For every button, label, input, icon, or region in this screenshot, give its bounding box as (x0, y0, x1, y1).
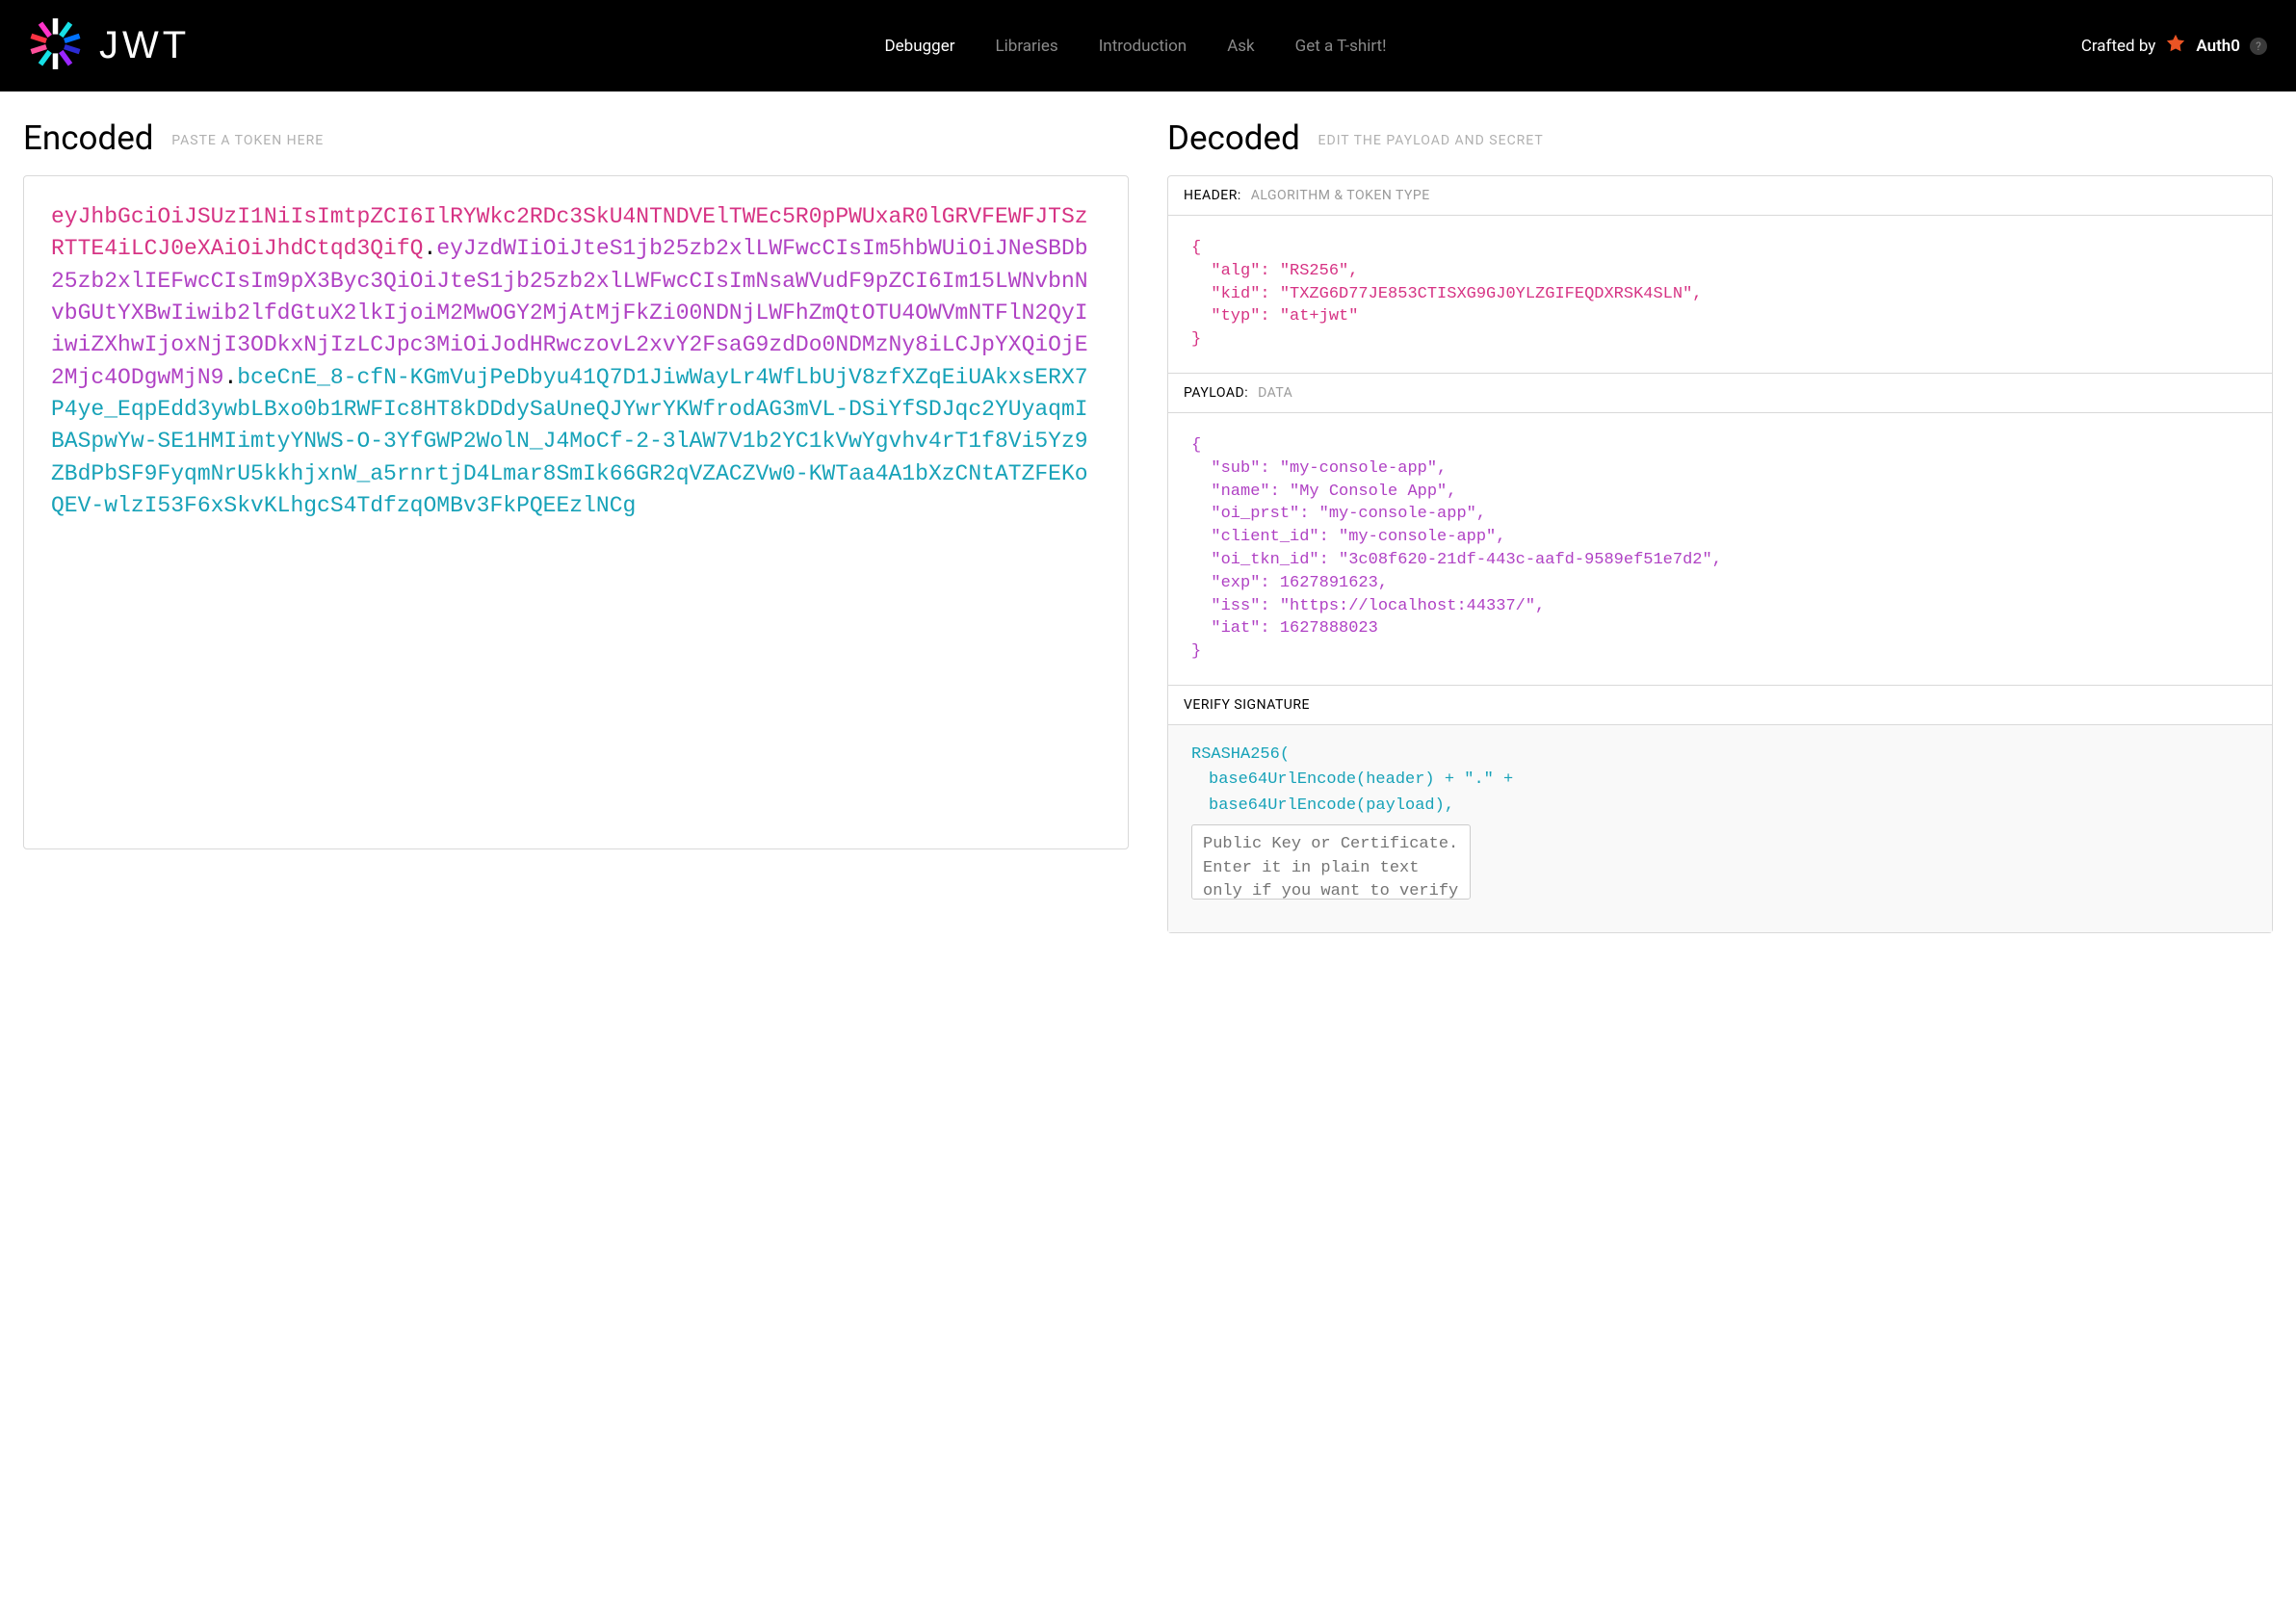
encoded-title-text: Encoded (23, 118, 154, 158)
decoded-subtitle: EDIT THE PAYLOAD AND SECRET (1318, 133, 1544, 148)
encoded-token-box[interactable]: eyJhbGciOiJSUzI1NiIsImtpZCI6IlRYWkc2RDc3… (23, 175, 1129, 849)
token-dot-1: . (423, 236, 436, 261)
logo-area: JWT (29, 17, 190, 74)
public-key-input[interactable] (1191, 824, 1471, 900)
nav-ask[interactable]: Ask (1227, 37, 1254, 56)
main-content: Encoded PASTE A TOKEN HERE eyJhbGciOiJSU… (0, 91, 2296, 933)
nav-debugger[interactable]: Debugger (885, 37, 955, 56)
nav-introduction[interactable]: Introduction (1099, 37, 1187, 56)
payload-section-head: PAYLOAD: DATA (1168, 374, 2272, 413)
header-json-text: { "alg": "RS256", "kid": "TXZG6D77JE853C… (1191, 237, 2249, 352)
nav-libraries[interactable]: Libraries (995, 37, 1057, 56)
nav-tshirt[interactable]: Get a T-shirt! (1295, 37, 1387, 56)
brand-text: JWT (99, 24, 190, 67)
crafted-by-label: Crafted by (2081, 37, 2156, 56)
decoded-title: Decoded EDIT THE PAYLOAD AND SECRET (1167, 118, 2273, 158)
main-nav: Debugger Libraries Introduction Ask Get … (190, 37, 2081, 56)
header-section-hint: ALGORITHM & TOKEN TYPE (1251, 188, 1430, 203)
auth0-icon (2165, 33, 2186, 59)
pinwheel-icon (29, 17, 82, 74)
header-json-body[interactable]: { "alg": "RS256", "kid": "TXZG6D77JE853C… (1168, 216, 2272, 374)
decoded-box: HEADER: ALGORITHM & TOKEN TYPE { "alg": … (1167, 175, 2273, 933)
decoded-column: Decoded EDIT THE PAYLOAD AND SECRET HEAD… (1167, 118, 2273, 933)
encoded-column: Encoded PASTE A TOKEN HERE eyJhbGciOiJSU… (23, 118, 1129, 933)
crafted-by: Crafted by Auth0 ? (2081, 33, 2267, 59)
decoded-title-text: Decoded (1167, 118, 1300, 158)
payload-section-hint: DATA (1258, 385, 1292, 401)
payload-json-text: { "sub": "my-console-app", "name": "My C… (1191, 434, 2249, 664)
verify-section-label: VERIFY SIGNATURE (1184, 697, 1310, 713)
encoded-subtitle: PASTE A TOKEN HERE (171, 133, 324, 148)
app-header: JWT Debugger Libraries Introduction Ask … (0, 0, 2296, 91)
verify-signature-body: RSASHA256( base64UrlEncode(header) + "."… (1168, 725, 2272, 932)
encoded-title: Encoded PASTE A TOKEN HERE (23, 118, 1129, 158)
payload-json-body[interactable]: { "sub": "my-console-app", "name": "My C… (1168, 413, 2272, 686)
payload-section-label: PAYLOAD: (1184, 385, 1248, 401)
verify-line-2: base64UrlEncode(header) + "." + (1209, 768, 2249, 793)
auth0-name[interactable]: Auth0 (2196, 37, 2240, 56)
help-icon[interactable]: ? (2250, 38, 2267, 55)
token-dot-2: . (223, 365, 237, 390)
header-section-head: HEADER: ALGORITHM & TOKEN TYPE (1168, 176, 2272, 216)
verify-line-3: base64UrlEncode(payload), (1209, 794, 2249, 819)
verify-section-head: VERIFY SIGNATURE (1168, 686, 2272, 725)
verify-line-1: RSASHA256( (1191, 743, 2249, 768)
header-section-label: HEADER: (1184, 188, 1241, 203)
